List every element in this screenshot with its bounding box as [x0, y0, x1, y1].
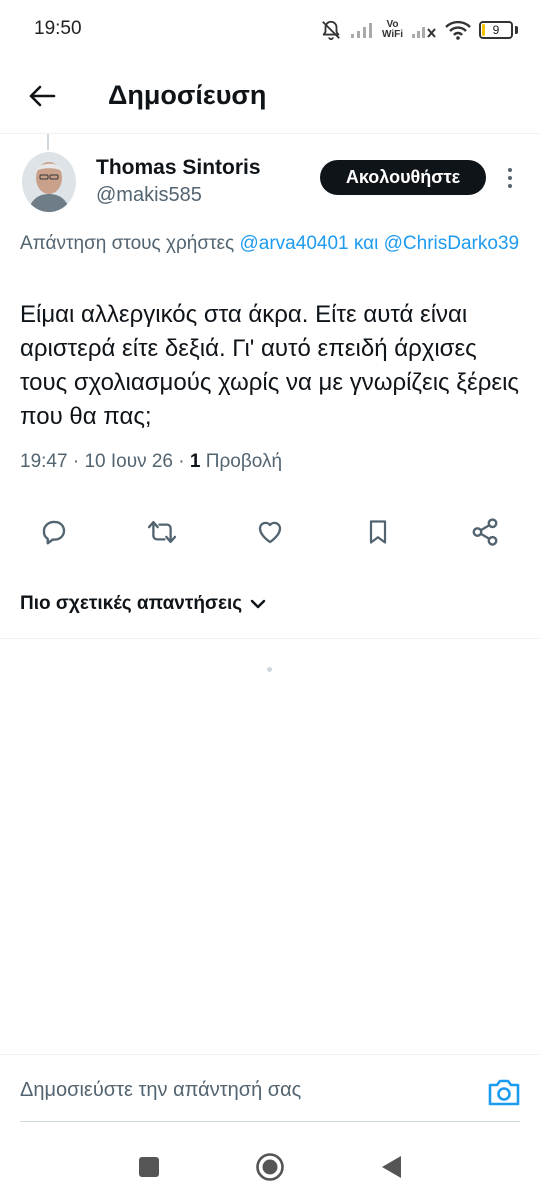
post-time: 19:47 — [20, 451, 68, 472]
battery-icon: 9 — [479, 21, 513, 39]
reply-composer: Δημοσιεύστε την απάντησή σας — [0, 1054, 540, 1134]
reply-context: Απάντηση στους χρήστες @arva40401 και @C… — [20, 230, 520, 258]
repost-button[interactable] — [146, 516, 178, 548]
like-button[interactable] — [254, 516, 286, 548]
back-nav-button[interactable] — [376, 1152, 406, 1182]
square-icon — [139, 1157, 159, 1177]
more-dot — [508, 176, 512, 180]
battery-cap — [515, 26, 518, 34]
reply-button[interactable] — [38, 516, 70, 548]
camera-button[interactable] — [487, 1077, 521, 1107]
post-meta: 19:47 · 10 Ιουν 26 · 1 Προβολή — [20, 451, 283, 472]
status-time: 19:50 — [34, 18, 82, 39]
bookmark-icon — [369, 520, 387, 544]
share-button[interactable] — [469, 516, 501, 548]
share-icon — [472, 518, 498, 546]
battery-level: 9 — [492, 23, 500, 37]
reply-icon — [42, 520, 66, 545]
status-icons: Vo WiFi 9 — [320, 14, 518, 46]
wifi-icon — [445, 20, 471, 40]
more-vertical-icon[interactable] — [500, 165, 520, 191]
views-label: Προβολή — [205, 451, 283, 472]
author-handle[interactable]: @makis585 — [96, 184, 202, 207]
divider — [0, 638, 540, 639]
follow-button[interactable]: Ακολουθήστε — [320, 160, 486, 195]
sort-label: Πιο σχετικές απαντήσεις — [20, 593, 243, 614]
arrow-left-icon — [29, 85, 56, 107]
replies-sort-button[interactable]: Πιο σχετικές απαντήσεις — [20, 590, 266, 618]
vowifi-bottom-label: WiFi — [381, 29, 403, 40]
triangle-back-icon — [382, 1156, 401, 1178]
mention-link[interactable]: @arva40401 — [240, 233, 349, 254]
camera-icon — [488, 1079, 520, 1106]
status-bar: 19:50 Vo WiFi 9 — [0, 0, 540, 60]
post-date: 10 Ιουν 26 — [84, 451, 173, 472]
reply-input[interactable]: Δημοσιεύστε την απάντησή σας — [20, 1079, 460, 1109]
author-name[interactable]: Thomas Sintoris — [96, 156, 261, 180]
bell-off-icon — [322, 20, 340, 41]
vowifi-icon: Vo WiFi — [382, 20, 403, 40]
composer-underline — [20, 1121, 520, 1122]
back-button[interactable] — [20, 78, 64, 114]
reply-prefix: Απάντηση στους χρήστες — [20, 233, 235, 254]
views-count: 1 — [189, 451, 201, 472]
more-dot — [508, 168, 512, 172]
repost-icon — [147, 520, 177, 544]
signal-icon — [350, 23, 372, 38]
chevron-down-icon — [250, 599, 266, 609]
page-title: Δημοσίευση — [108, 80, 267, 110]
bookmark-button[interactable] — [362, 516, 394, 548]
mention-link[interactable]: @ChrisDarko39 — [384, 233, 519, 254]
avatar[interactable] — [22, 152, 76, 212]
more-dot — [508, 184, 512, 188]
action-bar — [0, 506, 540, 556]
thread-line — [47, 134, 49, 150]
post-text: Είμαι αλλεργικός στα άκρα. Είτε αυτά είν… — [20, 301, 519, 430]
reply-joiner: και — [353, 233, 379, 254]
home-circle-icon — [256, 1153, 284, 1181]
recents-button[interactable] — [134, 1152, 164, 1182]
home-button[interactable] — [255, 1152, 285, 1182]
header: Δημοσίευση — [0, 60, 540, 134]
loading-indicator — [267, 667, 272, 672]
avatar-image — [22, 152, 76, 212]
system-nav-bar — [0, 1134, 540, 1200]
signal-no-service-icon — [412, 27, 436, 38]
heart-icon — [258, 521, 282, 544]
